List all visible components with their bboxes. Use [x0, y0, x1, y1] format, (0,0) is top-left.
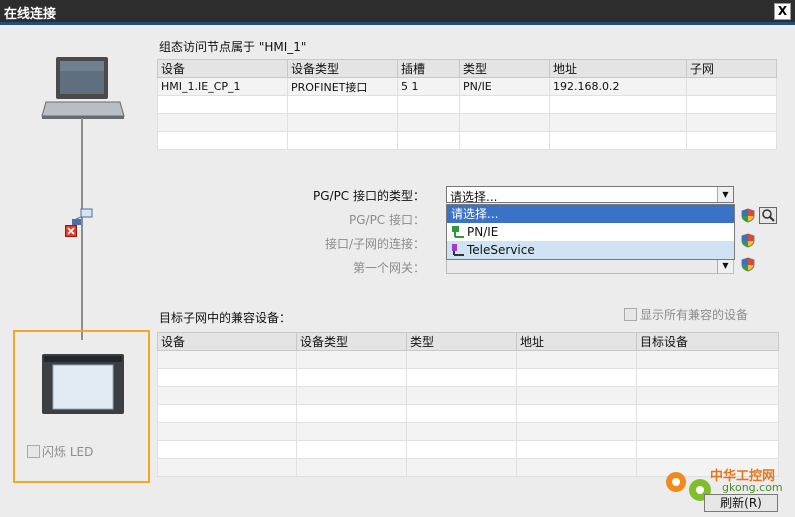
- pnie-network-icon: [452, 226, 464, 238]
- dialog-title: 在线连接: [4, 7, 57, 22]
- table-row: [157, 404, 779, 423]
- shield-icon[interactable]: [741, 208, 755, 223]
- access-nodes-table: 设备 设备类型 插槽 类型 地址 子网 HMI_1.IE_CP_1 PROFIN…: [157, 59, 777, 150]
- subnet-connection-label: 接口/子网的连接：: [324, 237, 425, 251]
- column-header: 目标设备: [636, 332, 779, 351]
- table-row: [157, 386, 779, 405]
- close-icon: X: [777, 4, 788, 18]
- compatible-devices-table: 设备 设备类型 类型 地址 目标设备: [157, 332, 779, 477]
- pgpc-type-select[interactable]: 请选择... ▼: [446, 186, 734, 204]
- column-header: 类型: [459, 59, 550, 78]
- teleservice-icon: [452, 244, 464, 256]
- table-row: [157, 95, 777, 114]
- column-header: 插槽: [397, 59, 460, 78]
- hmi-panel-icon[interactable]: [41, 353, 125, 415]
- search-devices-button[interactable]: [759, 207, 777, 224]
- column-header: 地址: [516, 332, 637, 351]
- column-header: 子网: [686, 59, 777, 78]
- flash-led-label: 闪烁 LED: [42, 445, 94, 459]
- table-row: [157, 368, 779, 387]
- column-header: 地址: [549, 59, 687, 78]
- dialog-titlebar: 在线连接 X: [0, 0, 795, 22]
- column-header: 设备类型: [287, 59, 398, 78]
- target-subnet-label: 目标子网中的兼容设备：: [159, 311, 292, 325]
- column-header: 设备: [157, 332, 297, 351]
- cell-address: 192.168.0.2: [549, 77, 687, 96]
- pgpc-type-value: 请选择...: [450, 190, 498, 204]
- table-row: [157, 350, 779, 369]
- pgpc-type-dropdown-list[interactable]: 请选择... PN/IE TeleService: [446, 204, 735, 260]
- shield-icon[interactable]: [741, 257, 755, 272]
- refresh-button[interactable]: 刷新(R): [704, 494, 778, 512]
- flash-led-checkbox[interactable]: [27, 445, 40, 458]
- watermark-url-text: gkong.com: [722, 481, 783, 494]
- cell-device: HMI_1.IE_CP_1: [157, 77, 288, 96]
- show-all-compatible-checkbox[interactable]: [624, 308, 637, 321]
- column-header: 类型: [406, 332, 517, 351]
- dropdown-option-pnie[interactable]: PN/IE: [447, 223, 734, 241]
- show-all-compatible-label: 显示所有兼容的设备: [640, 308, 749, 322]
- cell-subnet: [686, 77, 777, 96]
- chevron-down-icon[interactable]: ▼: [717, 187, 733, 202]
- table-row: [157, 440, 779, 459]
- column-header: 设备: [157, 59, 288, 78]
- title-accent-strip: [0, 22, 795, 25]
- cell-slot: 5 1: [397, 77, 460, 96]
- table-row: [157, 422, 779, 441]
- cell-device-type: PROFINET接口: [287, 77, 398, 96]
- column-header: 设备类型: [296, 332, 407, 351]
- table-header-row: 设备 设备类型 插槽 类型 地址 子网: [157, 59, 777, 78]
- pgpc-laptop-icon: [41, 57, 125, 119]
- access-node-label: 组态访问节点属于 "HMI_1": [159, 40, 307, 54]
- first-gateway-label: 第一个网关：: [352, 261, 425, 275]
- dropdown-option-teleservice[interactable]: TeleService: [447, 241, 734, 259]
- shield-icon[interactable]: [741, 233, 755, 248]
- table-row: [157, 131, 777, 150]
- connection-error-icon: [65, 225, 77, 237]
- cell-type: PN/IE: [459, 77, 550, 96]
- pgpc-type-label: PG/PC 接口的类型：: [312, 189, 425, 203]
- close-button[interactable]: X: [774, 3, 791, 20]
- table-row: [157, 113, 777, 132]
- pgpc-interface-label: PG/PC 接口：: [348, 213, 425, 227]
- table-header-row: 设备 设备类型 类型 地址 目标设备: [157, 332, 779, 351]
- table-row[interactable]: HMI_1.IE_CP_1 PROFINET接口 5 1 PN/IE 192.1…: [157, 77, 777, 96]
- chevron-down-icon[interactable]: ▼: [717, 258, 733, 273]
- search-icon: [762, 209, 775, 222]
- dropdown-option-select[interactable]: 请选择...: [447, 205, 734, 223]
